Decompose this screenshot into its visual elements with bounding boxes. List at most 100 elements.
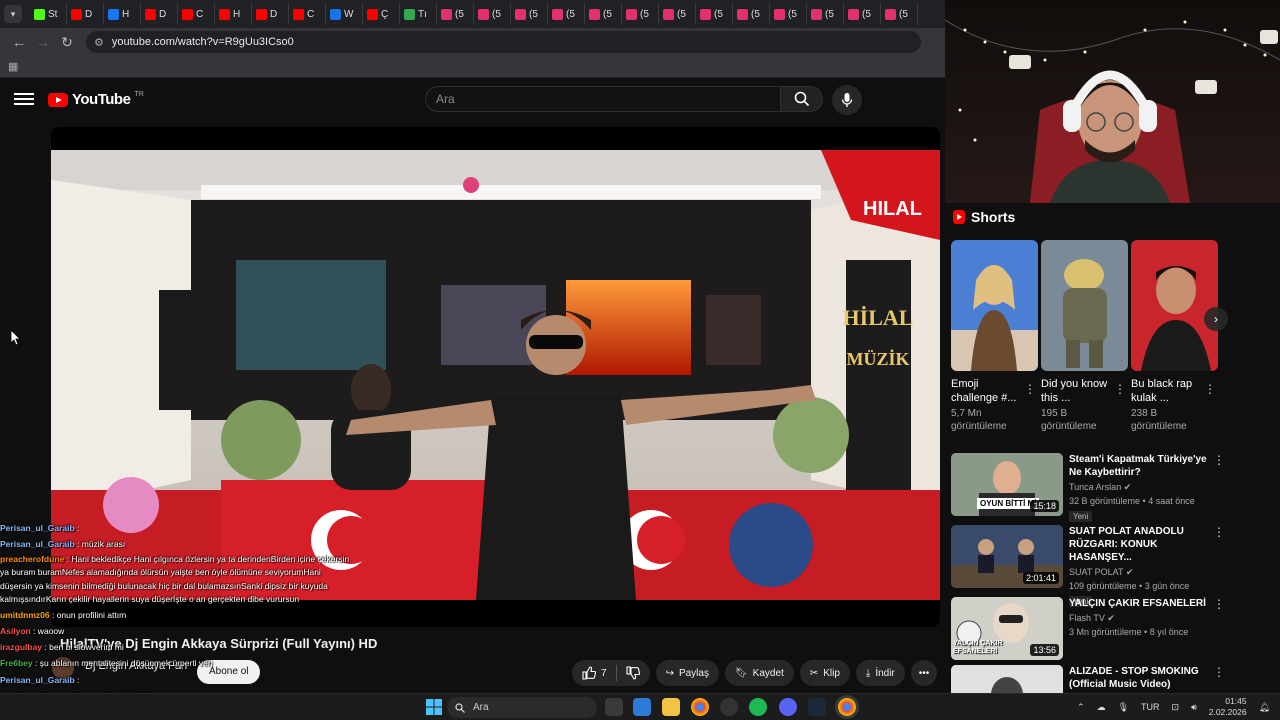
search-icon (455, 702, 465, 713)
browser-tab[interactable]: (5 (659, 3, 696, 25)
more-actions-button[interactable]: ••• (910, 660, 938, 686)
steam-helper-icon[interactable] (720, 698, 738, 716)
chrome-icon[interactable] (691, 698, 709, 716)
search-input[interactable]: Ara (425, 86, 781, 112)
video-thumbnail[interactable]: YALÇIN ÇAKIR EFSANELERİ 13:56 (951, 597, 1063, 660)
browser-tab[interactable]: (5 (548, 3, 585, 25)
notification-icon[interactable]: 🔔︎ (1259, 702, 1270, 713)
youtube-logo[interactable]: YouTube TR (48, 91, 144, 108)
share-button[interactable]: ↪ Paylaş (655, 660, 719, 686)
browser-tab[interactable]: (5 (585, 3, 622, 25)
browser-tab[interactable]: (5 (733, 3, 770, 25)
clock[interactable]: 01:45 2.02.2026 (1209, 696, 1247, 718)
short-item[interactable]: Did you know this ... 195 B görüntüleme ⋮ (1041, 240, 1128, 433)
video-thumbnail[interactable]: OYUN BİTTİ Mİ 15:18 (951, 453, 1063, 516)
chevron-up-icon[interactable]: ⌃ (1077, 702, 1085, 713)
more-options-icon[interactable]: ⋮ (1114, 382, 1126, 396)
short-thumbnail[interactable] (1041, 240, 1128, 371)
save-button[interactable]: 🔖︎ Kaydet (724, 660, 794, 686)
instagram-icon (700, 8, 711, 20)
browser-tab[interactable]: (5 (622, 3, 659, 25)
address-bar[interactable]: ⚙ youtube.com/watch?v=R9gUu3ICso0 (86, 31, 921, 53)
video-title[interactable]: Steam'i Kapatmak Türkiye'ye Ne Kaybettir… (1069, 453, 1209, 479)
browser-tab[interactable]: C (289, 3, 326, 25)
search-button[interactable] (781, 86, 823, 112)
browser-tab[interactable]: C (178, 3, 215, 25)
browser-tab[interactable]: Ç (363, 3, 400, 25)
browser-tab[interactable]: D (67, 3, 104, 25)
microphone-tray-icon[interactable]: 🎙︎ (1118, 702, 1129, 713)
browser-tab[interactable]: D (141, 3, 178, 25)
discord-icon[interactable] (779, 698, 797, 716)
recommended-video[interactable]: 2:01:41 SUAT POLAT ANADOLU RÜZGARI: KONU… (951, 525, 1271, 607)
browser-tab[interactable]: (5 (696, 3, 733, 25)
dislike-button[interactable] (626, 666, 640, 680)
browser-tab[interactable]: H (215, 3, 252, 25)
browser-tab[interactable]: (5 (770, 3, 807, 25)
chat-username: Perisan_ul_Garaib (0, 523, 75, 533)
browser-tab[interactable]: Tı (400, 3, 437, 25)
short-item[interactable]: Bu black rap kulak ... 238 Bgörüntüleme … (1131, 240, 1218, 433)
short-thumbnail[interactable] (951, 240, 1038, 371)
input-language[interactable]: TUR (1141, 702, 1160, 712)
video-thumbnail[interactable]: 2:01:41 (951, 525, 1063, 588)
forward-arrow-icon[interactable]: → (32, 31, 54, 53)
channel-name[interactable]: SUAT POLAT (1069, 567, 1123, 577)
browser-tab[interactable]: St (30, 3, 67, 25)
more-options-icon[interactable]: ⋮ (1213, 597, 1225, 611)
video-thumbnail[interactable] (951, 665, 1063, 693)
taskbar-search[interactable]: Ara (447, 697, 597, 718)
voice-search-button[interactable] (832, 85, 862, 115)
search-icon (794, 91, 809, 107)
tab-search-icon[interactable]: ▾ (4, 5, 22, 23)
cloud-icon[interactable]: ☁ (1097, 702, 1106, 713)
browser-tab[interactable]: (5 (511, 3, 548, 25)
browser-tab[interactable]: (5 (881, 3, 918, 25)
short-thumbnail[interactable] (1131, 240, 1218, 371)
network-icon[interactable]: ⊡ (1172, 702, 1180, 713)
video-title[interactable]: YALÇIN ÇAKIR EFSANELERİ (1069, 597, 1209, 610)
file-explorer-icon[interactable] (662, 698, 680, 716)
download-button[interactable]: ⤓ İndir (855, 660, 905, 686)
clip-button[interactable]: ✂ Klip (799, 660, 850, 686)
more-options-icon[interactable]: ⋮ (1213, 453, 1225, 467)
instagram-icon (848, 8, 859, 20)
steam-icon[interactable] (808, 698, 826, 716)
browser-tab[interactable]: H (104, 3, 141, 25)
chrome-active-icon[interactable] (838, 698, 856, 716)
task-view-icon[interactable] (605, 698, 623, 716)
browser-tab[interactable]: W (326, 3, 363, 25)
short-item[interactable]: Emoji challenge #... 5,7 Mn görüntüleme ⋮ (951, 240, 1038, 433)
video-title[interactable]: SUAT POLAT ANADOLU RÜZGARI: KONUK HASANŞ… (1069, 525, 1209, 564)
video-title[interactable]: ALIZADE - STOP SMOKING (Official Music V… (1069, 665, 1209, 691)
more-options-icon[interactable]: ⋮ (1204, 382, 1216, 396)
browser-tab[interactable]: (5 (437, 3, 474, 25)
short-views: 195 B (1041, 408, 1068, 419)
recommended-video[interactable]: OYUN BİTTİ Mİ 15:18 Steam'i Kapatmak Tür… (951, 453, 1271, 522)
browser-tab[interactable]: D (252, 3, 289, 25)
recommended-video[interactable]: ALIZADE - STOP SMOKING (Official Music V… (951, 665, 1271, 693)
more-options-icon[interactable]: ⋮ (1213, 665, 1225, 679)
site-info-icon[interactable]: ⚙ (94, 36, 104, 49)
windows-start-icon[interactable] (426, 699, 442, 715)
tab-label: (5 (677, 8, 686, 20)
more-options-icon[interactable]: ⋮ (1213, 525, 1225, 539)
browser-tab[interactable]: (5 (807, 3, 844, 25)
reload-icon[interactable]: ↻ (56, 31, 78, 53)
apps-grid-icon[interactable]: ▦ (8, 60, 18, 73)
channel-name[interactable]: Flash TV (1069, 613, 1105, 623)
spotify-icon[interactable] (749, 698, 767, 716)
browser-tab[interactable]: (5 (844, 3, 881, 25)
short-title: Bu black rap kulak ... (1131, 378, 1193, 404)
recommended-video[interactable]: YALÇIN ÇAKIR EFSANELERİ 13:56 YALÇIN ÇAK… (951, 597, 1271, 663)
store-icon[interactable] (633, 698, 651, 716)
hamburger-menu-icon[interactable] (14, 90, 34, 110)
volume-icon[interactable]: 🔊︎ (1191, 702, 1197, 713)
channel-name[interactable]: Tunca Arslan (1069, 482, 1121, 492)
more-options-icon[interactable]: ⋮ (1024, 382, 1036, 396)
browser-tab[interactable]: (5 (474, 3, 511, 25)
shorts-next-button[interactable]: › (1204, 307, 1228, 331)
back-arrow-icon[interactable]: ← (8, 31, 30, 53)
like-button[interactable]: 7 (582, 666, 607, 680)
video-duration: 2:01:41 (1022, 572, 1059, 584)
